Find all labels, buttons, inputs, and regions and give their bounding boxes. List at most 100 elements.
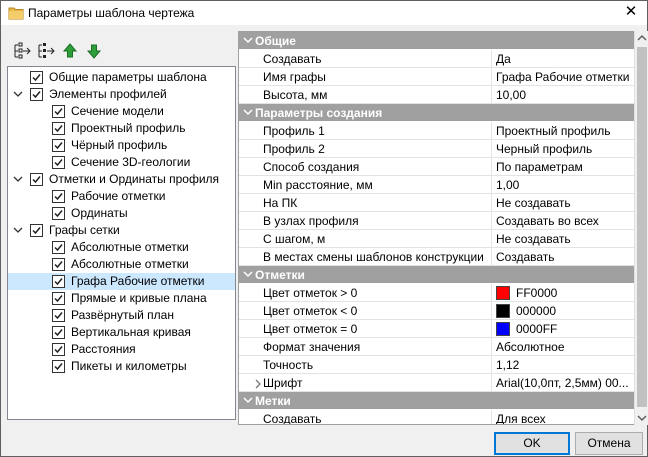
tree-checkbox[interactable]	[52, 122, 65, 135]
grid-prop-value[interactable]: 000000	[496, 304, 632, 318]
tree-checkbox[interactable]	[52, 241, 65, 254]
tree-checkbox[interactable]	[52, 139, 65, 152]
color-swatch[interactable]	[496, 286, 510, 300]
tree-item[interactable]: Рабочие отметки	[8, 188, 235, 205]
grid-row[interactable]: Цвет отметок < 0 000000	[239, 302, 634, 320]
scroll-down-icon[interactable]	[635, 411, 648, 425]
tree-item[interactable]: Пикеты и километры	[8, 358, 235, 375]
expand-all-icon[interactable]	[12, 41, 32, 61]
tree-item[interactable]: Сечение 3D-геологии	[8, 154, 235, 171]
grid-row[interactable]: Min расстояние, мм 1,00	[239, 176, 634, 194]
tree-checkbox[interactable]	[52, 258, 65, 271]
grid-prop-value[interactable]: Создавать во всех	[496, 214, 632, 228]
tree-checkbox[interactable]	[30, 88, 43, 101]
collapse-all-icon[interactable]	[36, 41, 56, 61]
move-up-icon[interactable]	[60, 41, 80, 61]
tree-item[interactable]: Общие параметры шаблона	[8, 69, 235, 86]
grid-prop-value[interactable]: 0000FF	[496, 322, 632, 336]
grid-row[interactable]: На ПК Не создавать	[239, 194, 634, 212]
tree-item[interactable]: Сечение модели	[8, 103, 235, 120]
property-grid[interactable]: Общие Создавать Да Имя графы Графа Рабочие о…	[238, 31, 634, 425]
grid-row[interactable]: С шагом, м Не создавать	[239, 230, 634, 248]
tree-item[interactable]: Абсолютные отметки	[8, 239, 235, 256]
cancel-button[interactable]: Отмена	[575, 432, 643, 455]
chevron-down-icon[interactable]	[243, 268, 253, 283]
grid-row[interactable]: Имя графы Графа Рабочие отметки	[239, 68, 634, 86]
tree-item[interactable]: Графа Рабочие отметки	[8, 273, 235, 290]
grid-prop-value[interactable]: 1,12	[496, 358, 632, 372]
tree-checkbox[interactable]	[52, 190, 65, 203]
chevron-right-icon[interactable]	[254, 378, 262, 392]
grid-prop-value[interactable]: Проектный профиль	[496, 124, 632, 138]
tree-item[interactable]: Развёрнутый план	[8, 307, 235, 324]
chevron-down-icon[interactable]	[12, 173, 24, 185]
ok-button[interactable]: OK	[494, 432, 570, 455]
chevron-down-icon[interactable]	[12, 88, 24, 100]
grid-scrollbar[interactable]	[634, 31, 648, 425]
tree-item[interactable]: Расстояния	[8, 341, 235, 358]
chevron-down-icon[interactable]	[243, 34, 253, 49]
grid-category[interactable]: Общие	[239, 32, 634, 49]
tree-checkbox[interactable]	[52, 360, 65, 373]
grid-category[interactable]: Отметки	[239, 266, 634, 283]
grid-row[interactable]: Формат значения Абсолютное	[239, 338, 634, 356]
move-down-icon[interactable]	[84, 41, 104, 61]
tree-checkbox[interactable]	[30, 71, 43, 84]
grid-prop-value[interactable]: FF0000	[496, 286, 632, 300]
tree-checkbox[interactable]	[52, 275, 65, 288]
tree-item[interactable]: Отметки и Ординаты профиля	[8, 171, 235, 188]
tree-item[interactable]: Абсолютные отметки	[8, 256, 235, 273]
tree-item[interactable]: Элементы профилей	[8, 86, 235, 103]
scroll-up-icon[interactable]	[635, 31, 648, 45]
grid-prop-value[interactable]: Не создавать	[496, 196, 632, 210]
grid-row[interactable]: Профиль 2 Черный профиль	[239, 140, 634, 158]
grid-row[interactable]: Шрифт Arial(10,0пт, 2,5мм) 00...	[239, 374, 634, 392]
grid-category[interactable]: Параметры создания	[239, 104, 634, 121]
grid-row[interactable]: Цвет отметок > 0 FF0000	[239, 284, 634, 302]
tree-item[interactable]: Вертикальная кривая	[8, 324, 235, 341]
tree-item[interactable]: Ординаты	[8, 205, 235, 222]
grid-prop-value[interactable]: Графа Рабочие отметки	[496, 70, 632, 84]
chevron-down-icon[interactable]	[243, 394, 253, 409]
tree-item[interactable]: Чёрный профиль	[8, 137, 235, 154]
chevron-down-icon[interactable]	[12, 224, 24, 236]
close-button[interactable]: ✕	[615, 1, 647, 25]
grid-row[interactable]: Создавать Для всех	[239, 410, 634, 424]
tree-checkbox[interactable]	[52, 207, 65, 220]
tree-checkbox[interactable]	[52, 292, 65, 305]
template-tree[interactable]: Общие параметры шаблона Элементы профилей…	[7, 66, 236, 420]
grid-prop-value[interactable]: Абсолютное	[496, 340, 632, 354]
tree-checkbox[interactable]	[52, 105, 65, 118]
grid-prop-value[interactable]: 10,00	[496, 88, 632, 102]
tree-checkbox[interactable]	[30, 173, 43, 186]
grid-row[interactable]: Высота, мм 10,00	[239, 86, 634, 104]
tree-checkbox[interactable]	[52, 309, 65, 322]
grid-row[interactable]: В местах смены шаблонов конструкции Созда…	[239, 248, 634, 266]
tree-checkbox[interactable]	[52, 156, 65, 169]
grid-row[interactable]: Создавать Да	[239, 50, 634, 68]
tree-checkbox[interactable]	[52, 343, 65, 356]
scroll-thumb[interactable]	[637, 47, 647, 407]
grid-row[interactable]: Цвет отметок = 0 0000FF	[239, 320, 634, 338]
grid-prop-value[interactable]: Не создавать	[496, 232, 632, 246]
tree-item[interactable]: Проектный профиль	[8, 120, 235, 137]
grid-category[interactable]: Метки	[239, 392, 634, 409]
grid-prop-value[interactable]: По параметрам	[496, 160, 632, 174]
grid-prop-value[interactable]: Черный профиль	[496, 142, 632, 156]
grid-row[interactable]: Профиль 1 Проектный профиль	[239, 122, 634, 140]
grid-row[interactable]: Способ создания По параметрам	[239, 158, 634, 176]
grid-prop-value[interactable]: Да	[496, 52, 632, 66]
color-swatch[interactable]	[496, 322, 510, 336]
grid-prop-value[interactable]: Создавать	[496, 250, 632, 264]
grid-prop-value[interactable]: 1,00	[496, 178, 632, 192]
tree-item[interactable]: Прямые и кривые плана	[8, 290, 235, 307]
grid-prop-value[interactable]: Arial(10,0пт, 2,5мм) 00...	[496, 376, 632, 390]
tree-checkbox[interactable]	[52, 326, 65, 339]
tree-checkbox[interactable]	[30, 224, 43, 237]
tree-item[interactable]: Графы сетки	[8, 222, 235, 239]
grid-row[interactable]: Точность 1,12	[239, 356, 634, 374]
grid-row[interactable]: В узлах профиля Создавать во всех	[239, 212, 634, 230]
grid-prop-value[interactable]: Для всех	[496, 412, 632, 424]
color-swatch[interactable]	[496, 304, 510, 318]
chevron-down-icon[interactable]	[243, 106, 253, 121]
